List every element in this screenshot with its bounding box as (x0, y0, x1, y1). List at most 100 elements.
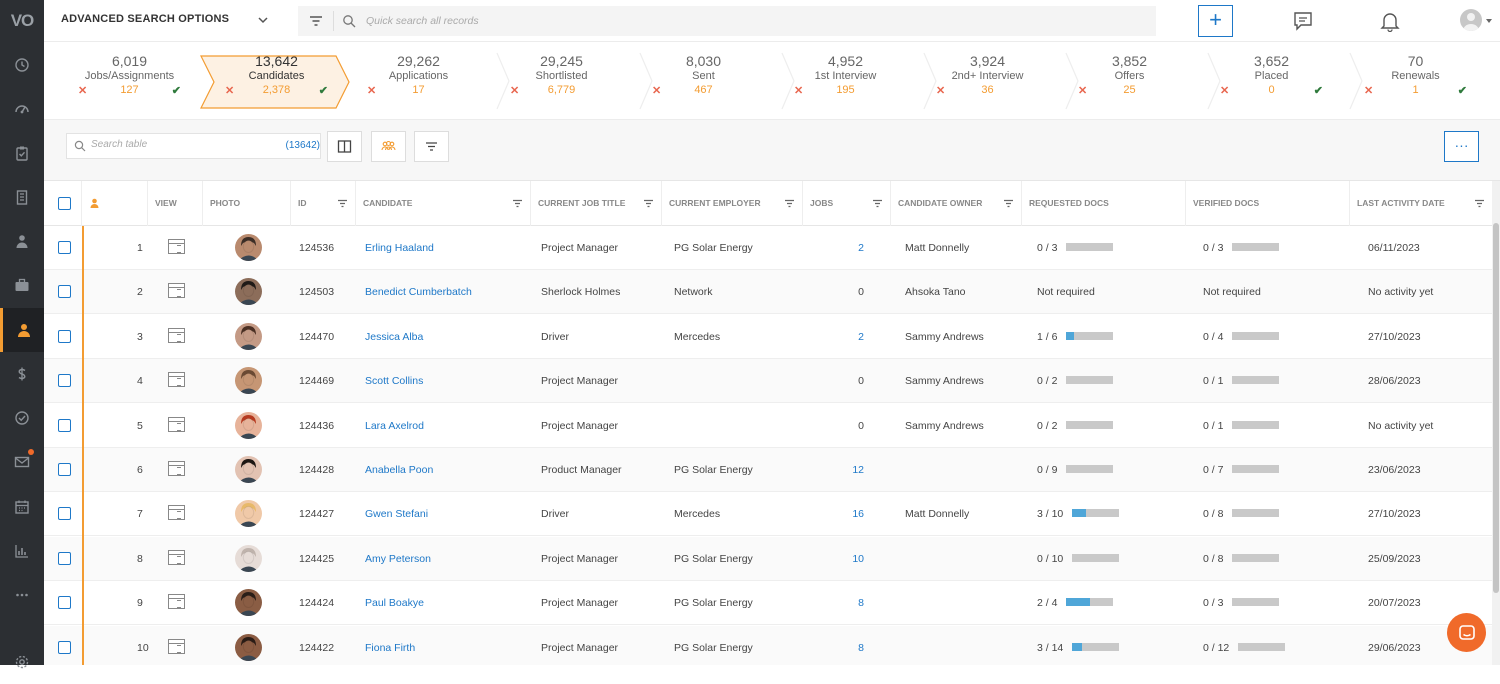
chevron-down-icon[interactable] (257, 14, 269, 26)
candidate-photo[interactable] (235, 544, 262, 572)
sidebar-item-more[interactable] (0, 573, 44, 617)
header-photo[interactable]: PHOTO (203, 181, 291, 226)
jobs-count[interactable]: 12 (824, 448, 864, 492)
view-record-icon[interactable] (168, 372, 185, 388)
filter-icon[interactable] (784, 198, 795, 209)
sidebar-item-dashboard[interactable] (0, 87, 44, 131)
more-options-button[interactable]: ··· (1444, 131, 1479, 162)
row-checkbox[interactable] (58, 374, 71, 388)
row-checkbox[interactable] (58, 463, 71, 476)
view-record-icon[interactable] (168, 549, 185, 565)
header-owner[interactable]: CANDIDATE OWNER (891, 181, 1022, 226)
group-button[interactable] (371, 131, 406, 162)
filter-icon[interactable] (643, 198, 654, 209)
stage-1st-interview[interactable]: 4,952 1st Interview ✕ 195 (794, 53, 897, 111)
candidate-name-link[interactable]: Scott Collins (365, 359, 423, 403)
jobs-count[interactable]: 8 (824, 581, 864, 625)
row-checkbox[interactable] (58, 285, 71, 299)
row-checkbox[interactable] (58, 507, 71, 521)
candidate-photo[interactable] (235, 367, 262, 395)
candidate-photo[interactable] (235, 633, 262, 661)
jobs-count[interactable]: 2 (824, 226, 864, 270)
table-row[interactable]: 3 124470 Jessica Alba Driver Mercedes 2 Sammy … (44, 315, 1492, 359)
header-jobs[interactable]: JOBS (803, 181, 891, 226)
view-record-icon[interactable] (168, 416, 185, 432)
stage-active-count[interactable]: 6,779 (510, 84, 613, 96)
sidebar-item-dollar[interactable] (0, 352, 44, 396)
stage-candidates[interactable]: 13,642 Candidates ✕ 2,378 ✔ (225, 53, 328, 111)
select-all-checkbox[interactable] (58, 197, 71, 210)
stage-2nd-interview[interactable]: 3,924 2nd+ Interview ✕ 36 (936, 53, 1039, 111)
sidebar-item-candidate[interactable] (0, 308, 44, 352)
table-row[interactable]: 7 124427 Gwen Stefani Driver Mercedes 16 Matt … (44, 492, 1492, 537)
header-employer[interactable]: CURRENT EMPLOYER (662, 181, 803, 226)
scrollbar-thumb[interactable] (1493, 223, 1499, 593)
row-checkbox[interactable] (58, 596, 71, 610)
chat-button[interactable] (1447, 613, 1486, 652)
header-requested-docs[interactable]: REQUESTED DOCS (1022, 181, 1186, 226)
header-view[interactable]: VIEW (148, 181, 203, 226)
vertical-scrollbar[interactable] (1492, 181, 1500, 665)
stage-active-count[interactable]: 195 (794, 84, 897, 96)
columns-button[interactable] (327, 131, 362, 162)
stage-active-count[interactable]: 127 (78, 84, 181, 96)
advanced-search-options[interactable]: ADVANCED SEARCH OPTIONS (61, 13, 229, 25)
view-record-icon[interactable] (168, 239, 185, 254)
candidate-photo[interactable] (235, 322, 262, 350)
stage-applications[interactable]: 29,262 Applications ✕ 17 (367, 53, 470, 111)
candidate-name-link[interactable]: Anabella Poon (365, 448, 433, 492)
jobs-count[interactable]: 8 (824, 626, 864, 665)
view-record-icon[interactable] (168, 283, 185, 299)
row-checkbox[interactable] (58, 241, 71, 254)
stage-placed[interactable]: 3,652 Placed ✕ 0 ✔ (1220, 53, 1323, 111)
stage-active-count[interactable]: 2,378 (225, 84, 328, 96)
stage-active-count[interactable]: 1 (1364, 84, 1467, 96)
candidate-name-link[interactable]: Amy Peterson (365, 537, 431, 581)
candidate-name-link[interactable]: Jessica Alba (365, 315, 423, 359)
messages-icon[interactable] (1292, 10, 1314, 32)
table-row[interactable]: 9 124424 Paul Boakye Project Manager PG Sola… (44, 581, 1492, 626)
header-id[interactable]: ID (291, 181, 356, 226)
stage-jobs-assignments[interactable]: 6,019 Jobs/Assignments ✕ 127 ✔ (78, 53, 181, 111)
table-row[interactable]: 8 124425 Amy Peterson Project Manager PG Sol… (44, 536, 1492, 581)
user-avatar[interactable] (1460, 9, 1482, 31)
sidebar-item-check-circle[interactable] (0, 396, 44, 440)
candidate-name-link[interactable]: Fiona Firth (365, 626, 415, 665)
sidebar-item-reports[interactable] (0, 529, 44, 573)
sidebar-item-clipboard[interactable] (0, 131, 44, 175)
stage-active-count[interactable]: 17 (367, 84, 470, 96)
candidate-photo[interactable] (235, 500, 262, 528)
stage-shortlisted[interactable]: 29,245 Shortlisted ✕ 6,779 (510, 53, 613, 111)
table-row[interactable]: 4 124469 Scott Collins Project Manager 0 Samm… (44, 359, 1492, 404)
table-row[interactable]: 10 124422 Fiona Firth Project Manager PG Sol… (44, 625, 1492, 665)
filter-icon[interactable] (1474, 198, 1485, 209)
view-record-icon[interactable] (168, 327, 185, 343)
stage-renewals[interactable]: 70 Renewals ✕ 1 ✔ (1364, 53, 1467, 111)
jobs-count[interactable]: 10 (824, 537, 864, 581)
sidebar-item-history[interactable] (0, 43, 44, 87)
row-checkbox[interactable] (58, 329, 71, 343)
view-record-icon[interactable] (168, 461, 185, 476)
bell-icon[interactable] (1379, 10, 1401, 32)
candidate-photo[interactable] (235, 278, 262, 306)
candidate-photo[interactable] (235, 456, 262, 483)
filter-icon[interactable] (309, 14, 323, 28)
candidate-name-link[interactable]: Lara Axelrod (365, 404, 424, 448)
filter-button[interactable] (414, 131, 449, 162)
stage-active-count[interactable]: 25 (1078, 84, 1181, 96)
sidebar-item-mail[interactable] (0, 440, 44, 484)
sidebar-item-calendar[interactable] (0, 485, 44, 529)
add-button[interactable]: + (1198, 5, 1233, 37)
chevron-down-icon[interactable] (1485, 17, 1493, 25)
sidebar-item-settings[interactable] (0, 640, 44, 684)
row-checkbox[interactable] (58, 418, 71, 432)
candidate-photo[interactable] (235, 234, 262, 261)
table-search-input[interactable] (91, 139, 251, 150)
filter-icon[interactable] (1003, 198, 1014, 209)
sidebar-item-building[interactable] (0, 175, 44, 219)
filter-icon[interactable] (512, 198, 523, 209)
row-checkbox[interactable] (58, 640, 71, 654)
stage-active-count[interactable]: 467 (652, 84, 755, 96)
candidate-name-link[interactable]: Gwen Stefani (365, 492, 428, 536)
quick-search-input[interactable] (366, 12, 1066, 30)
